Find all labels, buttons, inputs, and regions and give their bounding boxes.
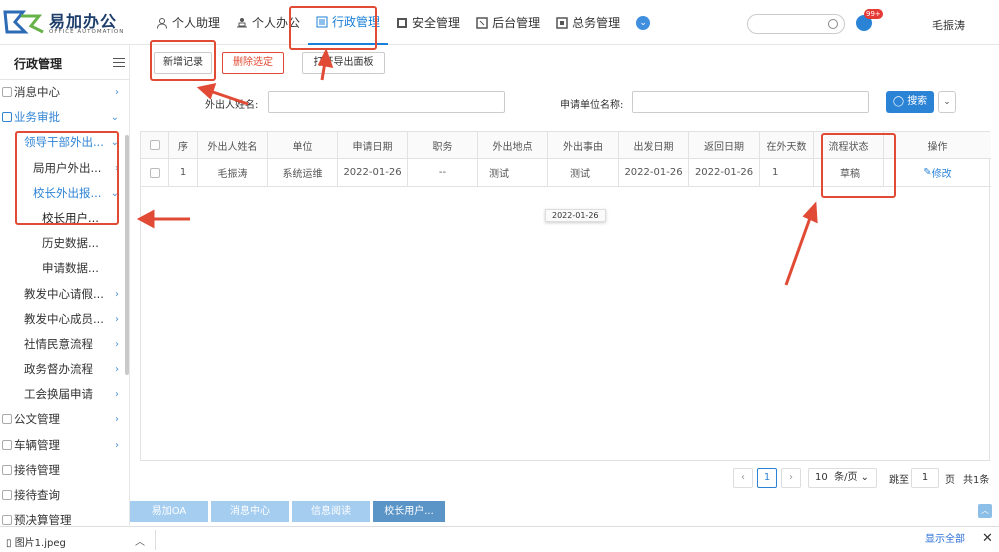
annotation-arrows	[136, 48, 818, 286]
